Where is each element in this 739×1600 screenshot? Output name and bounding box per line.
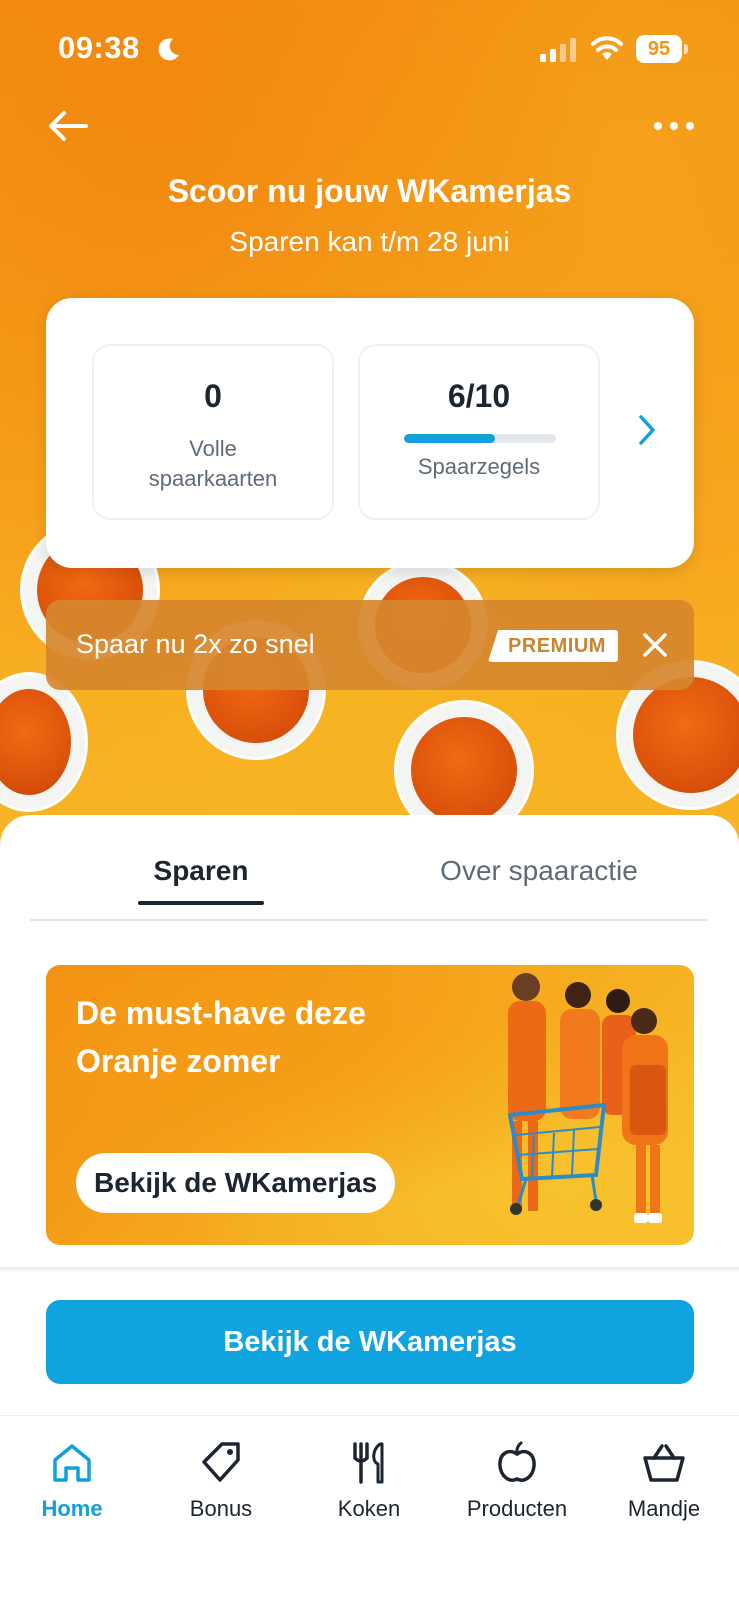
nav-label-mandje: Mandje bbox=[627, 1496, 701, 1521]
cta-button[interactable]: Bekijk de WKamerjas bbox=[46, 1300, 694, 1384]
active-tab-indicator bbox=[138, 901, 264, 905]
promo-title: De must-have deze Oranje zomer bbox=[76, 995, 366, 1079]
page-title: Scoor nu jouw WKamerjas bbox=[167, 173, 572, 209]
full-cards-label: Volle spaarkaarten bbox=[148, 436, 278, 491]
stamps-stat: 6/10 Spaarzegels bbox=[358, 344, 600, 520]
full-cards-value: 0 bbox=[204, 378, 222, 414]
home-icon bbox=[53, 1444, 91, 1482]
nav-item-home[interactable]: Home bbox=[7, 1440, 137, 1522]
nav-item-bonus[interactable]: Bonus bbox=[156, 1440, 286, 1522]
premium-banner-text: Spaar nu 2x zo snel bbox=[76, 629, 315, 659]
nav-label-home: Home bbox=[41, 1496, 103, 1521]
premium-banner[interactable]: Spaar nu 2x zo snel PREMIUM bbox=[46, 600, 694, 690]
signal-icon bbox=[540, 38, 576, 62]
close-icon[interactable] bbox=[638, 628, 672, 662]
apple-icon bbox=[498, 1441, 536, 1482]
status-bar: 09:38 95 bbox=[0, 0, 739, 96]
players-photo bbox=[507, 973, 668, 1223]
chevron-right-icon[interactable] bbox=[632, 410, 662, 450]
status-time: 09:38 bbox=[58, 30, 140, 65]
stamps-progress-fill bbox=[404, 434, 496, 443]
nav-item-producten[interactable]: Producten bbox=[452, 1440, 582, 1522]
stamps-progress-bar bbox=[404, 434, 556, 443]
promo-button[interactable]: Bekijk de WKamerjas bbox=[76, 1153, 396, 1213]
tabs-divider bbox=[30, 919, 708, 921]
page-subtitle: Sparen kan t/m 28 juni bbox=[229, 226, 510, 257]
tab-sparen[interactable]: Sparen bbox=[138, 855, 264, 887]
battery-indicator: 95 bbox=[636, 35, 688, 63]
promo-card[interactable]: De must-have deze Oranje zomer Bekijk de… bbox=[46, 965, 694, 1245]
nav-label-producten: Producten bbox=[466, 1496, 568, 1521]
nav-label-koken: Koken bbox=[337, 1496, 401, 1521]
tab-over-spaaractie[interactable]: Over spaaractie bbox=[420, 855, 658, 887]
stamps-label: Spaarzegels bbox=[417, 454, 541, 479]
stamps-value: 6/10 bbox=[447, 378, 511, 414]
savings-card[interactable]: 0 Volle spaarkaarten 6/10 Spaarzegels bbox=[46, 298, 694, 568]
nav-item-mandje[interactable]: Mandje bbox=[599, 1440, 729, 1522]
bottom-nav: Home Bonus Koken Producten Mandje bbox=[0, 1415, 739, 1600]
basket-icon bbox=[643, 1444, 685, 1482]
nav-item-koken[interactable]: Koken bbox=[304, 1440, 434, 1522]
tag-icon bbox=[202, 1442, 240, 1482]
full-cards-stat: 0 Volle spaarkaarten bbox=[92, 344, 334, 520]
wifi-icon bbox=[591, 36, 623, 60]
back-arrow-icon[interactable] bbox=[44, 106, 92, 146]
premium-badge: PREMIUM bbox=[488, 630, 618, 662]
content-sheet: Sparen Over spaaractie De must-have deze… bbox=[0, 815, 739, 1265]
cta-divider bbox=[0, 1267, 739, 1273]
stamp-image bbox=[0, 672, 88, 812]
cutlery-icon bbox=[353, 1442, 384, 1484]
more-options-icon[interactable] bbox=[652, 112, 696, 140]
hero-header: 09:38 95 Scoor nu jouw WKamerjas Sparen … bbox=[0, 0, 739, 860]
moon-icon bbox=[158, 38, 179, 61]
nav-label-bonus: Bonus bbox=[189, 1496, 253, 1521]
